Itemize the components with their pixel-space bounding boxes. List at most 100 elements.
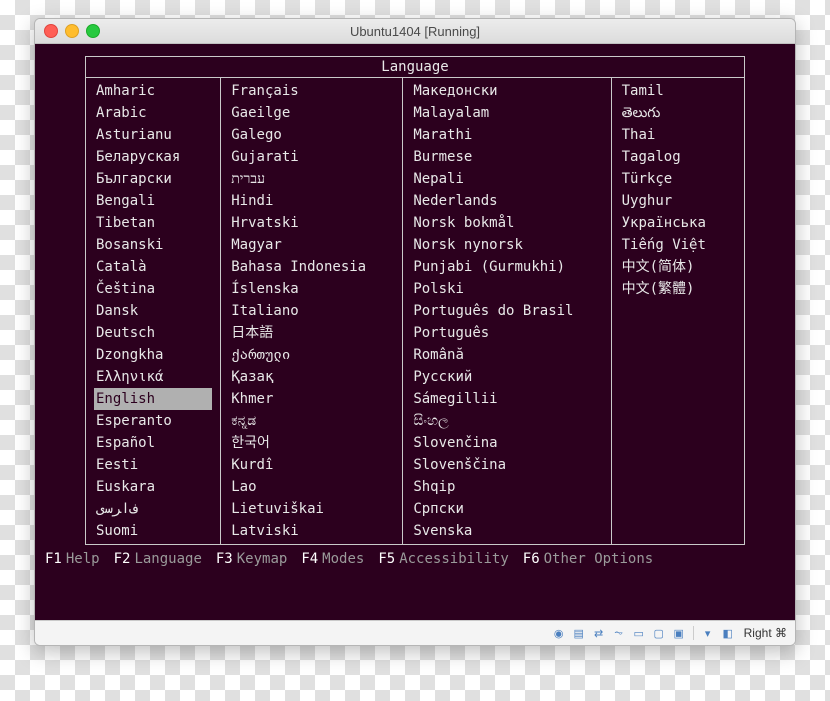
language-option[interactable]: Nederlands [413,190,600,212]
language-option[interactable]: Hindi [231,190,392,212]
language-option[interactable]: Suomi [96,520,210,542]
language-option[interactable]: Lao [231,476,392,498]
disc-icon[interactable]: ◉ [551,625,567,641]
language-option[interactable]: Tamil [622,80,734,102]
language-option[interactable]: Gujarati [231,146,392,168]
language-option[interactable]: Punjabi (Gurmukhi) [413,256,600,278]
fkey-bar: F1Help F2Language F3Keymap F4Modes F5Accessi… [35,545,795,571]
language-option[interactable]: ﻑﺍﺮﺳی [96,498,210,520]
language-option[interactable]: Deutsch [96,322,210,344]
language-option[interactable]: Українська [622,212,734,234]
language-option[interactable]: Asturianu [96,124,210,146]
language-option[interactable]: Malayalam [413,102,600,124]
language-option[interactable]: Polski [413,278,600,300]
language-option[interactable]: Bosanski [96,234,210,256]
language-option[interactable]: Hrvatski [231,212,392,234]
language-option[interactable]: Беларуская [96,146,210,168]
language-option[interactable]: Bahasa Indonesia [231,256,392,278]
language-option[interactable]: Thai [622,124,734,146]
language-option[interactable]: Dzongkha [96,344,210,366]
language-option[interactable]: Tiếng Việt [622,234,734,256]
language-option[interactable]: Norsk nynorsk [413,234,600,256]
language-option[interactable]: 中文(繁體) [622,278,734,300]
language-option[interactable]: Português do Brasil [413,300,600,322]
language-option[interactable]: తెలుగు [622,102,734,124]
mouse-icon[interactable]: ▾ [700,625,716,641]
language-option[interactable]: Kurdî [231,454,392,476]
console-area: Language AmharicArabicAsturianuБеларуска… [35,44,795,620]
fkey-text: Help [66,551,100,567]
language-option[interactable]: Español [96,432,210,454]
video-icon[interactable]: ▣ [671,625,687,641]
keyboard-icon[interactable]: ◧ [720,625,736,641]
language-option[interactable]: English [94,388,212,410]
language-option[interactable]: Nepali [413,168,600,190]
language-column: AmharicArabicAsturianuБеларускаяБългарск… [86,78,221,544]
language-option[interactable]: Arabic [96,102,210,124]
fkey-f1[interactable]: F1Help [45,551,100,567]
language-option[interactable]: Latviski [231,520,392,542]
language-option[interactable]: Slovenčina [413,432,600,454]
language-option[interactable]: Amharic [96,80,210,102]
traffic-lights [35,24,100,38]
language-header: Language [85,56,745,77]
language-option[interactable]: Eesti [96,454,210,476]
language-option[interactable]: ಕನ್ನಡ [231,410,392,432]
fkey-f2[interactable]: F2Language [114,551,202,567]
language-option[interactable]: Svenska [413,520,600,542]
language-option[interactable]: 中文(简体) [622,256,734,278]
language-option[interactable]: Shqip [413,476,600,498]
language-option[interactable]: Galego [231,124,392,146]
fkey-f5[interactable]: F5Accessibility [378,551,508,567]
hdd-icon[interactable]: ▤ [571,625,587,641]
language-option[interactable]: Català [96,256,210,278]
language-option[interactable]: Bengali [96,190,210,212]
language-option[interactable]: Italiano [231,300,392,322]
usb-icon[interactable]: ⏦ [611,625,627,641]
language-option[interactable]: 日本語 [231,322,392,344]
language-option[interactable]: Uyghur [622,190,734,212]
language-option[interactable]: Português [413,322,600,344]
language-option[interactable]: Khmer [231,388,392,410]
window-title: Ubuntu1404 [Running] [35,24,795,39]
language-option[interactable]: Čeština [96,278,210,300]
language-option[interactable]: Қазақ [231,366,392,388]
language-option[interactable]: Magyar [231,234,392,256]
shared-folder-icon[interactable]: ▭ [631,625,647,641]
language-option[interactable]: Íslenska [231,278,392,300]
language-option[interactable]: Türkçe [622,168,734,190]
fkey-f3[interactable]: F3Keymap [216,551,287,567]
language-option[interactable]: සිංහල [413,410,600,432]
language-option[interactable]: Slovenščina [413,454,600,476]
language-option[interactable]: Български [96,168,210,190]
fkey-key: F5 [378,551,395,567]
fkey-f4[interactable]: F4Modes [301,551,364,567]
display-icon[interactable]: ▢ [651,625,667,641]
network-icon[interactable]: ⇄ [591,625,607,641]
language-option[interactable]: Norsk bokmål [413,212,600,234]
language-option[interactable]: Lietuviškai [231,498,392,520]
language-option[interactable]: Esperanto [96,410,210,432]
language-option[interactable]: ქართული [231,344,392,366]
zoom-icon[interactable] [86,24,100,38]
language-option[interactable]: Marathi [413,124,600,146]
language-option[interactable]: Gaeilge [231,102,392,124]
statusbar: ◉ ▤ ⇄ ⏦ ▭ ▢ ▣ ▾ ◧ Right ⌘ [35,620,795,645]
language-option[interactable]: Dansk [96,300,210,322]
language-option[interactable]: Ελληνικά [96,366,210,388]
fkey-f6[interactable]: F6Other Options [523,551,653,567]
language-option[interactable]: עברית [231,168,392,190]
language-option[interactable]: Српски [413,498,600,520]
language-option[interactable]: Sámegillii [413,388,600,410]
language-option[interactable]: Français [231,80,392,102]
language-option[interactable]: Euskara [96,476,210,498]
close-icon[interactable] [44,24,58,38]
language-option[interactable]: Burmese [413,146,600,168]
language-option[interactable]: Tibetan [96,212,210,234]
language-option[interactable]: 한국어 [231,432,392,454]
minimize-icon[interactable] [65,24,79,38]
language-option[interactable]: Română [413,344,600,366]
language-option[interactable]: Русский [413,366,600,388]
language-option[interactable]: Македонски [413,80,600,102]
language-option[interactable]: Tagalog [622,146,734,168]
